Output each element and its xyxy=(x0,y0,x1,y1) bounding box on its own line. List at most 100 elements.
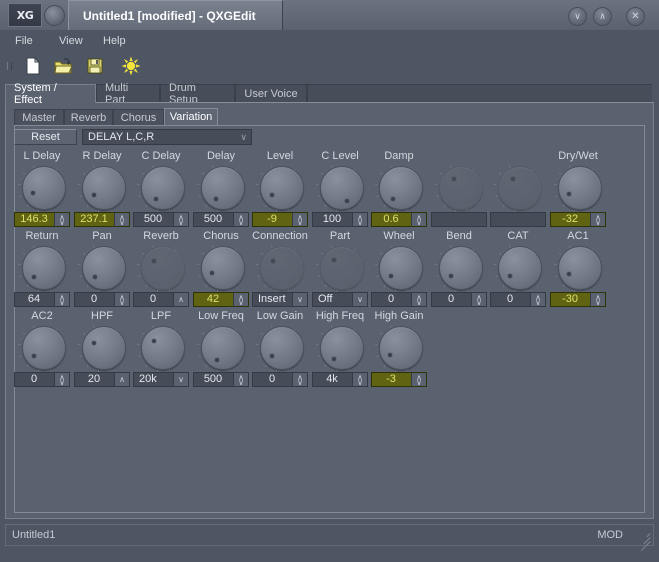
new-file-icon[interactable] xyxy=(22,55,44,77)
menu-item-view[interactable]: View xyxy=(52,33,90,48)
knob-body xyxy=(260,246,304,290)
param-knob[interactable] xyxy=(18,164,66,212)
param-spinbox[interactable]: 0.6 ∧ ∨ xyxy=(371,212,427,227)
param-knob[interactable] xyxy=(316,164,364,212)
param-knob[interactable] xyxy=(197,164,245,212)
sun-burst-icon[interactable] xyxy=(120,55,142,77)
spinner-up-icon[interactable]: ∧ xyxy=(173,293,188,306)
tab-system-effect[interactable]: System / Effect xyxy=(5,82,96,106)
param-knob[interactable] xyxy=(375,244,423,292)
spinner-arrows-icon[interactable]: ∧ ∨ xyxy=(114,213,129,226)
spinner-arrows-icon[interactable]: ∧ ∨ xyxy=(233,373,248,386)
tab-drum-setup[interactable]: Drum Setup xyxy=(160,82,235,106)
param-knob[interactable] xyxy=(256,324,304,372)
spinner-arrows-icon[interactable]: ∧ ∨ xyxy=(411,373,426,386)
reset-button[interactable]: Reset xyxy=(14,129,77,145)
spinner-up-icon[interactable]: ∧ xyxy=(114,373,129,386)
param-spinbox[interactable]: -9 ∧ ∨ xyxy=(252,212,308,227)
param-knob[interactable] xyxy=(78,244,126,292)
close-icon[interactable]: ✕ xyxy=(626,7,645,26)
spinner-arrows-icon[interactable]: ∧ ∨ xyxy=(233,213,248,226)
param-spinbox[interactable]: 0 ∧ ∨ xyxy=(74,292,130,307)
param-spinbox[interactable]: -30 ∧ ∨ xyxy=(550,292,606,307)
param-spinbox[interactable]: 500 ∧ ∨ xyxy=(193,212,249,227)
tab-multi-part[interactable]: Multi Part xyxy=(96,82,160,106)
chevron-down-icon[interactable]: ∨ xyxy=(173,373,188,386)
variation-preset-combo[interactable]: DELAY L,C,R ∨ xyxy=(82,129,252,145)
menu-item-help[interactable]: Help xyxy=(96,33,133,48)
window-title-tab[interactable]: Untitled1 [modified] - QXGEdit xyxy=(68,0,283,30)
spinner-arrows-icon[interactable]: ∧ ∨ xyxy=(292,213,307,226)
param-spinbox[interactable]: 0 ∧ ∨ xyxy=(252,372,308,387)
spinner-arrows-icon[interactable]: ∧ ∨ xyxy=(292,373,307,386)
chevron-down-icon[interactable]: ∨ xyxy=(292,293,307,306)
param-spinbox[interactable]: 0 ∧ ∨ xyxy=(14,372,70,387)
subtab-master[interactable]: Master xyxy=(14,109,64,125)
param-spinbox[interactable]: 0 ∧ xyxy=(133,292,189,307)
param-spinbox[interactable]: 100 ∧ ∨ xyxy=(312,212,368,227)
spinner-arrows-icon[interactable]: ∧ ∨ xyxy=(352,373,367,386)
spinner-arrows-icon[interactable]: ∧ ∨ xyxy=(471,293,486,306)
param-spinbox[interactable]: 20 ∧ xyxy=(74,372,130,387)
subtab-chorus[interactable]: Chorus xyxy=(113,109,164,125)
save-floppy-icon[interactable] xyxy=(84,55,106,77)
param-knob[interactable] xyxy=(78,164,126,212)
param-spinbox[interactable]: 42 ∧ ∨ xyxy=(193,292,249,307)
param-knob[interactable] xyxy=(18,324,66,372)
spinner-arrows-icon[interactable]: ∧ ∨ xyxy=(411,213,426,226)
param-spinbox[interactable]: 0 ∧ ∨ xyxy=(431,292,487,307)
param-spinbox[interactable]: -32 ∧ ∨ xyxy=(550,212,606,227)
param-spinbox[interactable]: 64 ∧ ∨ xyxy=(14,292,70,307)
subtab-variation[interactable]: Variation xyxy=(164,108,218,125)
param-knob[interactable] xyxy=(137,324,185,372)
chevron-down-icon[interactable]: ∨ xyxy=(352,293,367,306)
spinner-arrows-icon[interactable]: ∧ ∨ xyxy=(54,213,69,226)
param-spinbox[interactable]: 146.3 ∧ ∨ xyxy=(14,212,70,227)
param-knob[interactable] xyxy=(316,324,364,372)
param-knob[interactable] xyxy=(256,164,304,212)
param-combo[interactable]: Insert ∨ xyxy=(252,292,308,307)
param-knob[interactable] xyxy=(18,244,66,292)
param-spinbox[interactable]: 500 ∧ ∨ xyxy=(193,372,249,387)
maximize-chevron-up-icon[interactable]: ∧ xyxy=(593,7,612,26)
spinner-arrows-icon[interactable]: ∧ ∨ xyxy=(54,293,69,306)
spinner-arrows-icon[interactable]: ∧ ∨ xyxy=(411,293,426,306)
param-spinbox[interactable]: 500 ∧ ∨ xyxy=(133,212,189,227)
menu-item-file[interactable]: File xyxy=(8,33,40,48)
spinner-arrows-icon[interactable]: ∧ ∨ xyxy=(233,293,248,306)
param-knob[interactable] xyxy=(375,324,423,372)
param-spinbox[interactable]: 0 ∧ ∨ xyxy=(490,292,546,307)
param-knob[interactable] xyxy=(197,244,245,292)
param-knob[interactable] xyxy=(375,164,423,212)
toolbar-grip[interactable] xyxy=(7,62,12,70)
tab-user-voice[interactable]: User Voice xyxy=(235,84,307,102)
param-knob[interactable] xyxy=(554,244,602,292)
spinner-arrows-icon[interactable]: ∧ ∨ xyxy=(54,373,69,386)
spinner-arrows-icon[interactable]: ∧ ∨ xyxy=(173,213,188,226)
spinner-arrows-icon[interactable]: ∧ ∨ xyxy=(352,213,367,226)
resize-grip[interactable] xyxy=(636,529,651,551)
spinner-arrows-icon[interactable]: ∧ ∨ xyxy=(590,213,605,226)
window-menu-button[interactable] xyxy=(44,5,65,26)
param-spinbox[interactable]: -3 ∧ ∨ xyxy=(371,372,427,387)
subtab-reverb[interactable]: Reverb xyxy=(64,109,113,125)
spinner-arrows-icon[interactable]: ∧ ∨ xyxy=(590,293,605,306)
param-value: Off xyxy=(318,293,333,305)
param-knob[interactable] xyxy=(137,164,185,212)
param-spinbox[interactable]: 0 ∧ ∨ xyxy=(371,292,427,307)
open-folder-icon[interactable] xyxy=(52,55,74,77)
param-knob[interactable] xyxy=(78,324,126,372)
param-spinbox[interactable]: 237.1 ∧ ∨ xyxy=(74,212,130,227)
param-knob[interactable] xyxy=(435,244,483,292)
knob-indicator-dot xyxy=(271,258,276,263)
param-combo[interactable]: 20k ∨ xyxy=(133,372,189,387)
param-spinbox[interactable]: 4k ∧ ∨ xyxy=(312,372,368,387)
param-knob[interactable] xyxy=(494,244,542,292)
knob-body xyxy=(320,246,364,290)
param-knob[interactable] xyxy=(197,324,245,372)
spinner-arrows-icon[interactable]: ∧ ∨ xyxy=(530,293,545,306)
minimize-chevron-down-icon[interactable]: ∨ xyxy=(568,7,587,26)
param-knob[interactable] xyxy=(554,164,602,212)
spinner-arrows-icon[interactable]: ∧ ∨ xyxy=(114,293,129,306)
param-combo[interactable]: Off ∨ xyxy=(312,292,368,307)
